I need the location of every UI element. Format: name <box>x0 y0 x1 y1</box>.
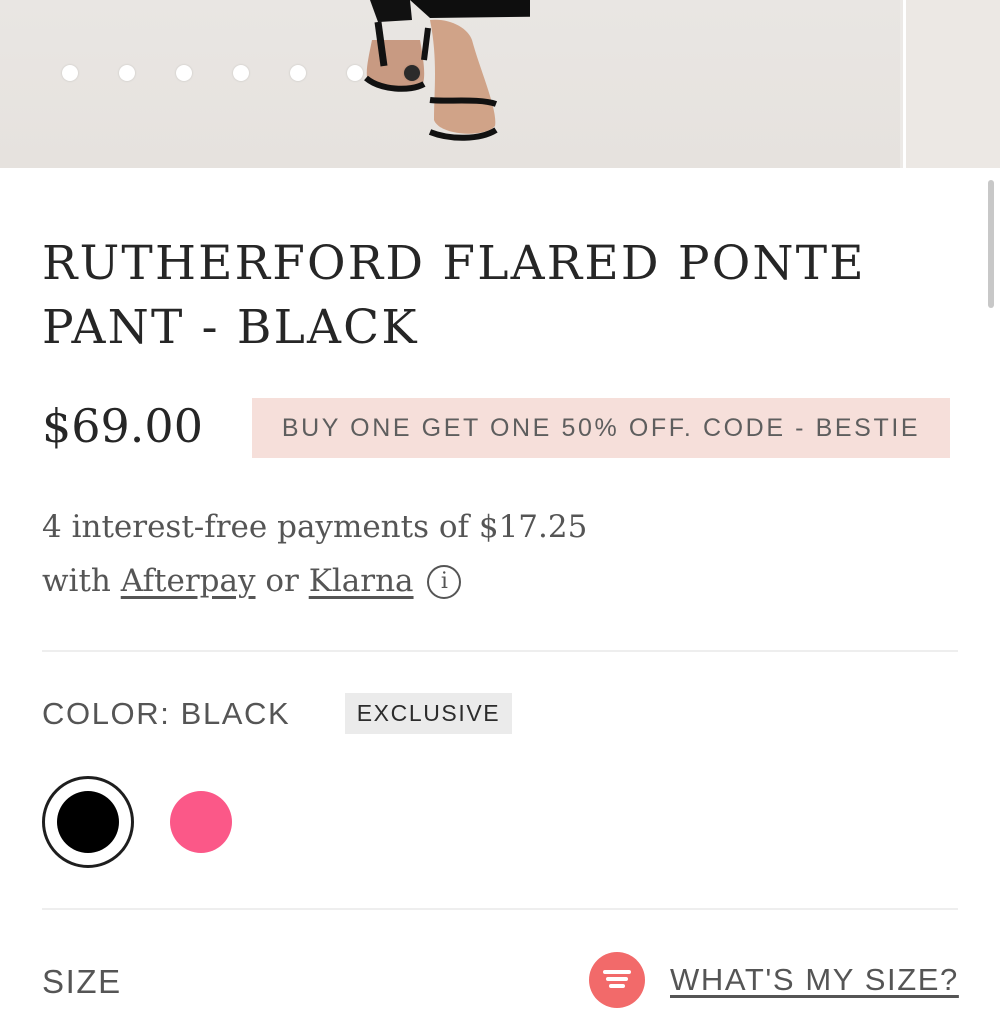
installment-text: 4 interest-free payments of $17.25 <box>42 509 588 545</box>
product-price: $69.00 <box>42 399 203 453</box>
gallery-dot[interactable] <box>176 65 192 81</box>
product-image[interactable] <box>0 0 900 168</box>
color-swatch-black[interactable] <box>42 776 134 868</box>
product-image-gallery[interactable] <box>0 0 1000 168</box>
info-icon[interactable]: i <box>427 565 462 599</box>
size-label: SIZE <box>42 963 122 1000</box>
product-title: RUTHERFORD FLARED PONTE PANT - BLACK <box>42 236 866 355</box>
divider <box>42 908 958 910</box>
gallery-dot[interactable] <box>119 65 135 81</box>
gallery-pagination[interactable] <box>62 65 420 81</box>
next-product-image[interactable] <box>903 0 1000 168</box>
whats-my-size-link[interactable]: WHAT'S MY SIZE? <box>670 960 959 1000</box>
gallery-dot[interactable] <box>347 65 363 81</box>
klarna-link[interactable]: Klarna <box>309 563 414 599</box>
installment-info: 4 interest-free payments of $17.25 with … <box>42 500 587 608</box>
model-feet-image <box>364 0 530 141</box>
installment-providers: with Afterpay or Klarna i <box>42 554 587 608</box>
promo-banner: BUY ONE GET ONE 50% OFF. CODE - BESTIE <box>252 398 950 458</box>
color-label: COLOR: BLACK <box>42 696 291 731</box>
afterpay-link[interactable]: Afterpay <box>121 563 256 599</box>
page-scrollbar[interactable] <box>988 180 994 308</box>
color-swatch-black-fill <box>57 791 119 853</box>
or-text: or <box>265 563 299 599</box>
gallery-dot[interactable] <box>290 65 306 81</box>
gallery-dot[interactable] <box>233 65 249 81</box>
divider <box>42 650 958 652</box>
gallery-dot[interactable] <box>62 65 78 81</box>
exclusive-badge: EXCLUSIVE <box>345 693 512 734</box>
color-swatch-pink[interactable] <box>170 791 232 853</box>
with-text: with <box>42 563 111 599</box>
gallery-dot-active[interactable] <box>404 65 420 81</box>
